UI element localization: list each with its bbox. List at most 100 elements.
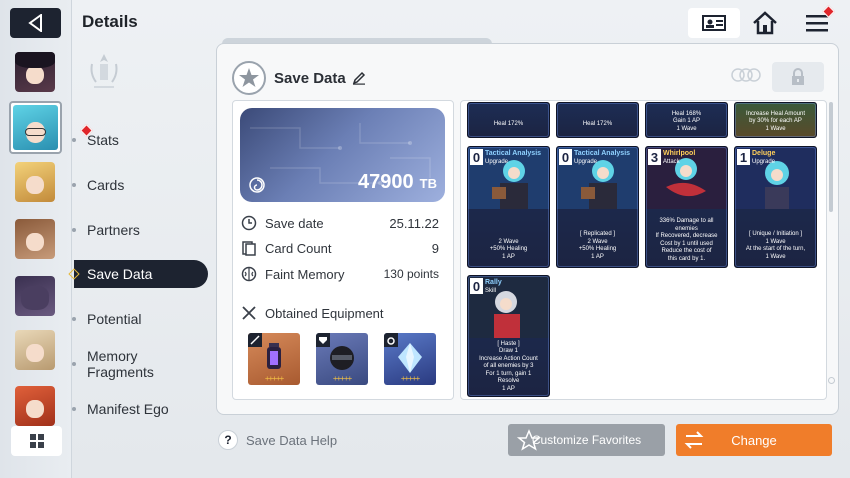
page-title: Details	[82, 12, 138, 31]
card-description: Heal 172%	[582, 120, 613, 127]
save-data-help-link[interactable]: ? Save Data Help	[218, 430, 337, 450]
character-portrait-7[interactable]	[15, 386, 55, 426]
card-name: Tactical Analysis	[485, 150, 542, 157]
equipment-stars: +++++	[264, 374, 284, 383]
card-count-row: Card Count 9	[241, 238, 439, 258]
equipment-slot-helmet[interactable]: +++++	[316, 333, 368, 385]
card-cost: 0	[470, 278, 483, 294]
lock-button[interactable]	[772, 62, 824, 92]
home-icon	[753, 11, 777, 35]
deck-card[interactable]: Increase Heal Amount by 30% for each AP …	[734, 102, 817, 138]
star-badge-icon	[239, 68, 259, 87]
equipment-stars: +++++	[400, 374, 420, 383]
card-count-value: 9	[431, 240, 439, 256]
card-description: [ Replicated ] 2 Wave +50% Healing 1 AP	[578, 231, 617, 260]
nav-item-manifest-ego[interactable]: Manifest Ego	[72, 395, 208, 423]
equipment-slot-crystal[interactable]: +++++	[384, 333, 436, 385]
nav-item-label: Manifest Ego	[87, 401, 169, 417]
tb-unit: TB	[419, 176, 437, 191]
card-cost: 0	[559, 149, 572, 165]
card-name: Whirlpool	[663, 150, 696, 157]
help-label: Save Data Help	[246, 432, 338, 448]
rings-icon	[730, 68, 762, 87]
crossed-swords-icon	[242, 306, 256, 320]
character-portrait-1[interactable]	[15, 52, 55, 92]
card-description: 336% Damage to all enemies If Recovered,…	[655, 218, 718, 262]
character-portrait-5[interactable]	[15, 276, 55, 316]
character-portrait-3[interactable]	[15, 162, 55, 202]
card-type: Upgrade	[485, 159, 509, 165]
back-button[interactable]	[10, 8, 61, 38]
deck-card[interactable]: Heal 172%	[467, 102, 550, 138]
scrollbar-end	[828, 377, 835, 384]
card-description: 2 Wave +50% Healing 1 AP	[489, 238, 528, 260]
swirl-icon	[249, 177, 265, 193]
equipment-slot-lantern[interactable]: +++++	[248, 333, 300, 385]
card-type: Attack	[663, 159, 680, 165]
card-cost: 0	[470, 149, 483, 165]
card-cost: 3	[648, 149, 661, 165]
back-arrow-icon	[27, 14, 42, 32]
deck-card-deluge[interactable]: 1 Deluge Upgrade [ Unique / Initiation ]…	[734, 146, 817, 268]
nav-item-cards[interactable]: Cards	[72, 171, 208, 199]
save-date-row: Save date 25.11.22	[241, 213, 439, 233]
scrollbar-thumb[interactable]	[829, 102, 833, 212]
save-date-label: Save date	[265, 215, 324, 231]
tb-amount: 47900	[358, 171, 414, 193]
nav-item-label: Cards	[87, 177, 125, 193]
card-description: Increase Heal Amount by 30% for each AP …	[745, 110, 806, 132]
nav-item-save-data[interactable]: Save Data	[68, 260, 208, 288]
change-button[interactable]: Change	[676, 424, 832, 456]
nav-item-label: Memory Fragments	[86, 348, 154, 380]
obtained-equipment-heading: Obtained Equipment	[241, 305, 384, 321]
nav-item-label: Partners	[87, 222, 140, 238]
deck-card-tactical-analysis-replicated[interactable]: 0 Tactical Analysis Upgrade [ Replicated…	[556, 146, 639, 268]
swap-arrows-icon	[684, 431, 704, 449]
deck-card-tactical-analysis[interactable]: 0 Tactical Analysis Upgrade 2 Wave +50% …	[467, 146, 550, 268]
nav-item-memory-fragments[interactable]: Memory Fragments	[72, 348, 208, 380]
card-name: Rally	[485, 279, 502, 286]
nav-item-partners[interactable]: Partners	[72, 216, 208, 244]
star-icon	[516, 429, 542, 451]
character-portrait-4[interactable]	[15, 219, 55, 259]
equipment-stars: +++++	[332, 374, 352, 383]
card-type: Upgrade	[574, 159, 598, 165]
customize-favorites-button[interactable]: Customize Favorites	[508, 424, 665, 456]
id-card-icon	[702, 15, 726, 31]
tb-card: 47900 TB	[240, 108, 445, 202]
card-description: [ Haste ] Draw 1 Increase Action Count o…	[479, 340, 538, 392]
deck-card[interactable]: Heal 172%	[556, 102, 639, 138]
profile-button[interactable]	[688, 8, 740, 38]
grid-view-button[interactable]	[11, 426, 62, 456]
deck-card[interactable]: Heal 168% Gain 1 AP 1 Wave	[645, 102, 728, 138]
home-button[interactable]	[750, 8, 780, 38]
menu-button[interactable]	[800, 5, 835, 38]
nav-item-label: Save Data	[87, 266, 153, 282]
grid-icon	[29, 434, 44, 448]
card-name: Deluge	[752, 150, 776, 157]
character-portrait-selected[interactable]	[9, 101, 62, 154]
deck-scrollbar[interactable]	[828, 102, 835, 384]
favorites-label: Customize Favorites	[531, 433, 642, 447]
save-data-title: Save Data	[274, 69, 346, 87]
save-data-emblem	[232, 61, 266, 95]
card-description: [ Unique / Initiation ] 1 Wave At the st…	[745, 231, 806, 260]
cards-icon	[242, 241, 256, 256]
nav-item-stats[interactable]: Stats	[72, 124, 208, 154]
lock-icon	[792, 68, 804, 85]
obtained-equipment-label: Obtained Equipment	[265, 305, 384, 321]
nav-item-potential[interactable]: Potential	[72, 305, 208, 333]
faint-memory-value: 130 points	[383, 267, 439, 281]
character-strip	[0, 0, 72, 478]
clock-icon	[241, 215, 257, 231]
card-name: Tactical Analysis	[574, 150, 631, 157]
question-icon: ?	[218, 430, 238, 450]
character-portrait-6[interactable]	[15, 330, 55, 370]
change-label: Change	[731, 432, 777, 448]
deck-card-rally[interactable]: 0 Rally Skill [ Haste ] Draw 1 Increase …	[467, 275, 550, 397]
deck-card-whirlpool[interactable]: 3 Whirlpool Attack 336% Damage to all en…	[645, 146, 728, 268]
card-count-label: Card Count	[265, 240, 332, 256]
edit-icon[interactable]	[352, 71, 366, 85]
hamburger-menu-icon	[806, 15, 828, 32]
save-date-value: 25.11.22	[389, 215, 439, 231]
